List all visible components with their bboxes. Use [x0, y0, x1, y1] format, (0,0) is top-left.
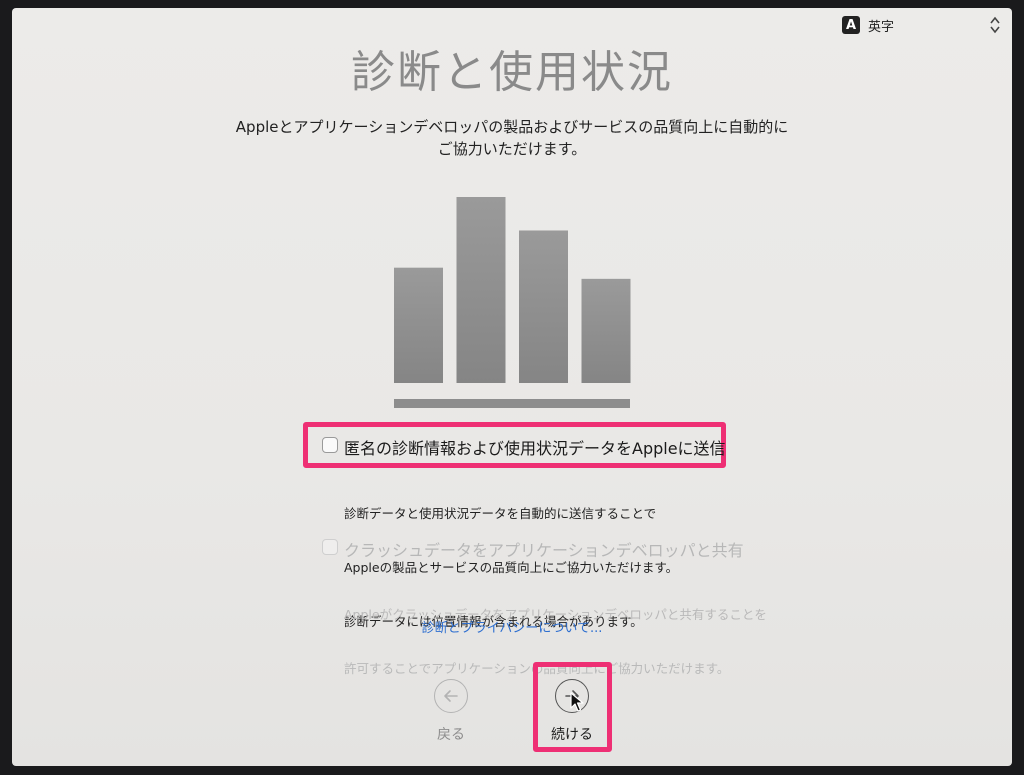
mouse-pointer-icon	[570, 692, 584, 712]
diagnostics-desc-line-1: 診断データと使用状況データを自動的に送信することで	[344, 506, 657, 521]
illustration-bar	[581, 278, 631, 383]
bar-chart-icon	[394, 197, 631, 408]
diagnostics-label[interactable]: 匿名の診断情報および使用状況データをAppleに送信	[344, 435, 726, 459]
chart-baseline	[394, 399, 630, 408]
page-title: 診断と使用状況	[351, 47, 673, 98]
intro-line-2: ご協力いただけます。	[437, 140, 587, 158]
input-source-icon: A	[842, 16, 860, 34]
arrow-left-icon	[444, 690, 458, 702]
illustration-bar	[456, 197, 506, 383]
illustration-bar	[519, 230, 568, 383]
back-button[interactable]	[434, 679, 468, 713]
back-label[interactable]: 戻る	[421, 724, 481, 744]
input-method-menu[interactable]: A 英字	[842, 14, 894, 36]
illustration-bar	[394, 267, 443, 383]
continue-label[interactable]: 続ける	[542, 724, 602, 744]
intro-line-1: Appleとアプリケーションデベロッパの製品およびサービスの品質向上に自動的に	[235, 118, 789, 136]
crash-data-checkbox[interactable]	[322, 539, 338, 555]
crash-data-label[interactable]: クラッシュデータをアプリケーションデベロッパと共有	[344, 537, 744, 561]
input-method-label: 英字	[868, 19, 895, 35]
privacy-link[interactable]: 診断とプライバシーについて...	[0, 617, 1024, 636]
diagnostics-checkbox[interactable]	[322, 437, 338, 453]
chevron-updown-icon[interactable]	[988, 16, 1002, 36]
intro-text: Appleとアプリケーションデベロッパの製品およびサービスの品質向上に自動的に …	[0, 116, 1024, 160]
